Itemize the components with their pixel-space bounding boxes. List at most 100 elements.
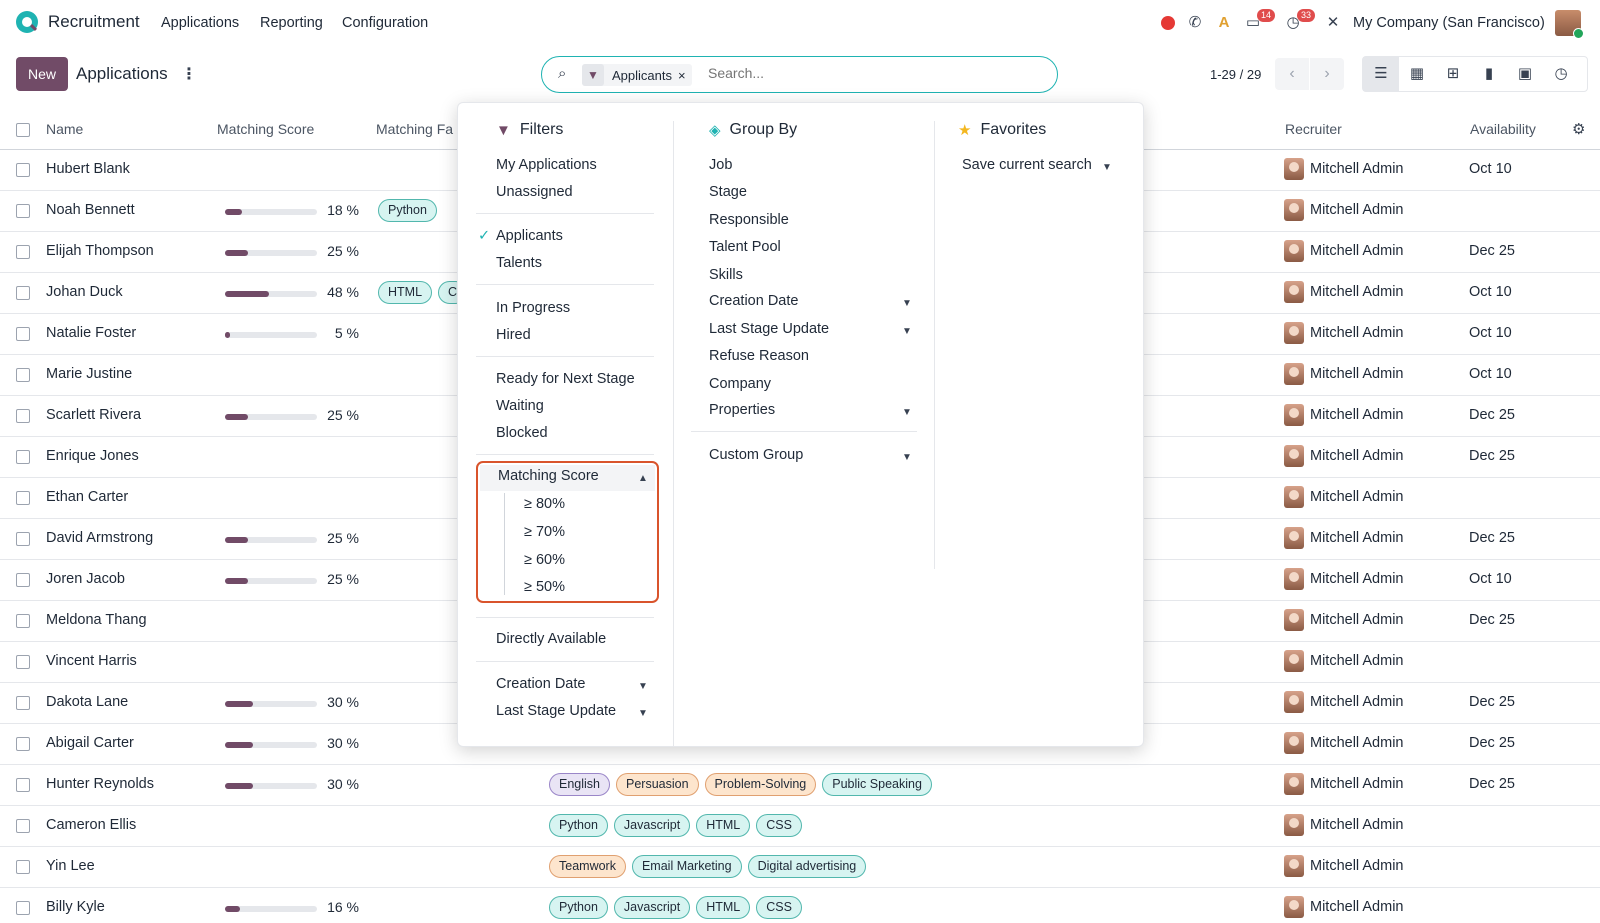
row-checkbox[interactable] <box>16 778 30 792</box>
recruitment-logo-icon[interactable] <box>16 11 38 33</box>
calendar-view-icon[interactable]: ▣ <box>1507 57 1543 91</box>
recruiter-cell[interactable]: Mitchell Admin <box>1284 609 1403 631</box>
recruiter-cell[interactable]: Mitchell Admin <box>1284 896 1403 918</box>
ai-icon[interactable]: A <box>1214 13 1234 33</box>
row-checkbox[interactable] <box>16 327 30 341</box>
recruiter-cell[interactable]: Mitchell Admin <box>1284 363 1403 385</box>
row-checkbox[interactable] <box>16 573 30 587</box>
filter-applicants[interactable]: Applicants <box>496 228 563 244</box>
filter-creation-date[interactable]: Creation Date <box>496 676 585 692</box>
filter-my-applications[interactable]: My Applications <box>496 157 597 173</box>
table-row[interactable]: Billy Kyle 16 % Python Javascript HTML CSS Mit… <box>0 888 1600 923</box>
recruiter-cell[interactable]: Mitchell Admin <box>1284 527 1403 549</box>
filter-in-progress[interactable]: In Progress <box>496 300 570 316</box>
filter-directly-available[interactable]: Directly Available <box>496 631 606 647</box>
user-avatar[interactable] <box>1555 10 1584 39</box>
graph-view-icon[interactable]: ▮ <box>1471 57 1507 91</box>
row-checkbox[interactable] <box>16 737 30 751</box>
new-button[interactable]: New <box>16 57 68 91</box>
recruiter-cell[interactable]: Mitchell Admin <box>1284 281 1403 303</box>
tools-icon[interactable]: ✕ <box>1323 13 1343 33</box>
activity-view-icon[interactable]: ◷ <box>1543 57 1579 91</box>
pivot-view-icon[interactable]: ⊞ <box>1435 57 1471 91</box>
column-availability[interactable]: Availability <box>1470 121 1536 137</box>
recruiter-cell[interactable]: Mitchell Admin <box>1284 855 1403 877</box>
filter-score-50[interactable]: ≥ 50% <box>524 579 565 595</box>
row-checkbox[interactable] <box>16 614 30 628</box>
groupby-skills[interactable]: Skills <box>709 267 743 283</box>
table-row[interactable]: Yin Lee Teamwork Email Marketing Digital ad… <box>0 847 1600 888</box>
row-checkbox[interactable] <box>16 368 30 382</box>
recruiter-cell[interactable]: Mitchell Admin <box>1284 404 1403 426</box>
filter-score-60[interactable]: ≥ 60% <box>524 552 565 568</box>
select-all-checkbox[interactable] <box>16 123 30 137</box>
recruiter-cell[interactable]: Mitchell Admin <box>1284 691 1403 713</box>
recruiter-cell[interactable]: Mitchell Admin <box>1284 486 1403 508</box>
filter-unassigned[interactable]: Unassigned <box>496 184 573 200</box>
groupby-creation-date[interactable]: Creation Date <box>709 293 798 309</box>
filter-waiting[interactable]: Waiting <box>496 398 544 414</box>
kanban-view-icon[interactable]: ▦ <box>1399 57 1435 91</box>
row-checkbox[interactable] <box>16 655 30 669</box>
table-row[interactable]: Cameron Ellis Python Javascript HTML CSS Mitc… <box>0 806 1600 847</box>
company-switcher[interactable]: My Company (San Francisco) <box>1353 15 1545 31</box>
phone-icon[interactable]: ✆ <box>1185 13 1205 33</box>
menu-applications[interactable]: Applications <box>161 15 239 31</box>
row-checkbox[interactable] <box>16 819 30 833</box>
row-checkbox[interactable] <box>16 450 30 464</box>
column-matching-score[interactable]: Matching Score <box>217 121 314 137</box>
row-checkbox[interactable] <box>16 860 30 874</box>
column-matching-factors[interactable]: Matching Fa <box>376 121 453 137</box>
row-checkbox[interactable] <box>16 491 30 505</box>
groupby-refuse-reason[interactable]: Refuse Reason <box>709 348 809 364</box>
groupby-responsible[interactable]: Responsible <box>709 212 789 228</box>
groupby-properties[interactable]: Properties <box>709 402 775 418</box>
optional-columns-icon[interactable]: ⚙ <box>1572 120 1585 138</box>
recruiter-cell[interactable]: Mitchell Admin <box>1284 732 1403 754</box>
recruiter-cell[interactable]: Mitchell Admin <box>1284 773 1403 795</box>
filter-talents[interactable]: Talents <box>496 255 542 271</box>
recruiter-cell[interactable]: Mitchell Admin <box>1284 240 1403 262</box>
pager-previous-icon[interactable]: ‹ <box>1275 58 1309 90</box>
search-icon[interactable]: ⌕ <box>558 65 566 82</box>
recording-indicator-icon[interactable] <box>1161 16 1175 30</box>
table-row[interactable]: Hunter Reynolds 30 % English Persuasion Prob… <box>0 765 1600 806</box>
filter-score-80[interactable]: ≥ 80% <box>524 496 565 512</box>
row-checkbox[interactable] <box>16 696 30 710</box>
recruiter-cell[interactable]: Mitchell Admin <box>1284 158 1403 180</box>
search-bar[interactable]: ⌕ ▼ Applicants × <box>541 56 1058 93</box>
groupby-stage[interactable]: Stage <box>709 184 747 200</box>
row-checkbox[interactable] <box>16 532 30 546</box>
filter-score-70[interactable]: ≥ 70% <box>524 524 565 540</box>
filter-hired[interactable]: Hired <box>496 327 531 343</box>
groupby-custom-group[interactable]: Custom Group <box>709 447 803 463</box>
pager-value[interactable]: 1-29 / 29 <box>1210 67 1261 82</box>
groupby-company[interactable]: Company <box>709 376 771 392</box>
list-view-icon[interactable]: ☰ <box>1363 57 1399 91</box>
groupby-talent-pool[interactable]: Talent Pool <box>709 239 781 255</box>
recruiter-cell[interactable]: Mitchell Admin <box>1284 322 1403 344</box>
filter-blocked[interactable]: Blocked <box>496 425 548 441</box>
recruiter-cell[interactable]: Mitchell Admin <box>1284 199 1403 221</box>
groupby-last-stage-update[interactable]: Last Stage Update <box>709 321 829 337</box>
actions-kebab-icon[interactable]: ⋮ <box>181 64 197 84</box>
menu-reporting[interactable]: Reporting <box>260 15 323 31</box>
row-checkbox[interactable] <box>16 163 30 177</box>
save-current-search[interactable]: Save current search <box>962 157 1092 173</box>
recruiter-cell[interactable]: Mitchell Admin <box>1284 814 1403 836</box>
row-checkbox[interactable] <box>16 245 30 259</box>
pager-next-icon[interactable]: › <box>1310 58 1344 90</box>
row-checkbox[interactable] <box>16 409 30 423</box>
recruiter-cell[interactable]: Mitchell Admin <box>1284 568 1403 590</box>
search-input[interactable] <box>708 65 1028 81</box>
column-recruiter[interactable]: Recruiter <box>1285 121 1342 137</box>
filter-matching-score[interactable]: Matching Score <box>498 468 599 484</box>
filter-last-stage-update[interactable]: Last Stage Update <box>496 703 616 719</box>
menu-configuration[interactable]: Configuration <box>342 15 428 31</box>
row-checkbox[interactable] <box>16 901 30 915</box>
recruiter-cell[interactable]: Mitchell Admin <box>1284 650 1403 672</box>
groupby-job[interactable]: Job <box>709 157 732 173</box>
facet-remove-icon[interactable]: × <box>678 68 692 83</box>
recruiter-cell[interactable]: Mitchell Admin <box>1284 445 1403 467</box>
app-title[interactable]: Recruitment <box>48 12 140 32</box>
